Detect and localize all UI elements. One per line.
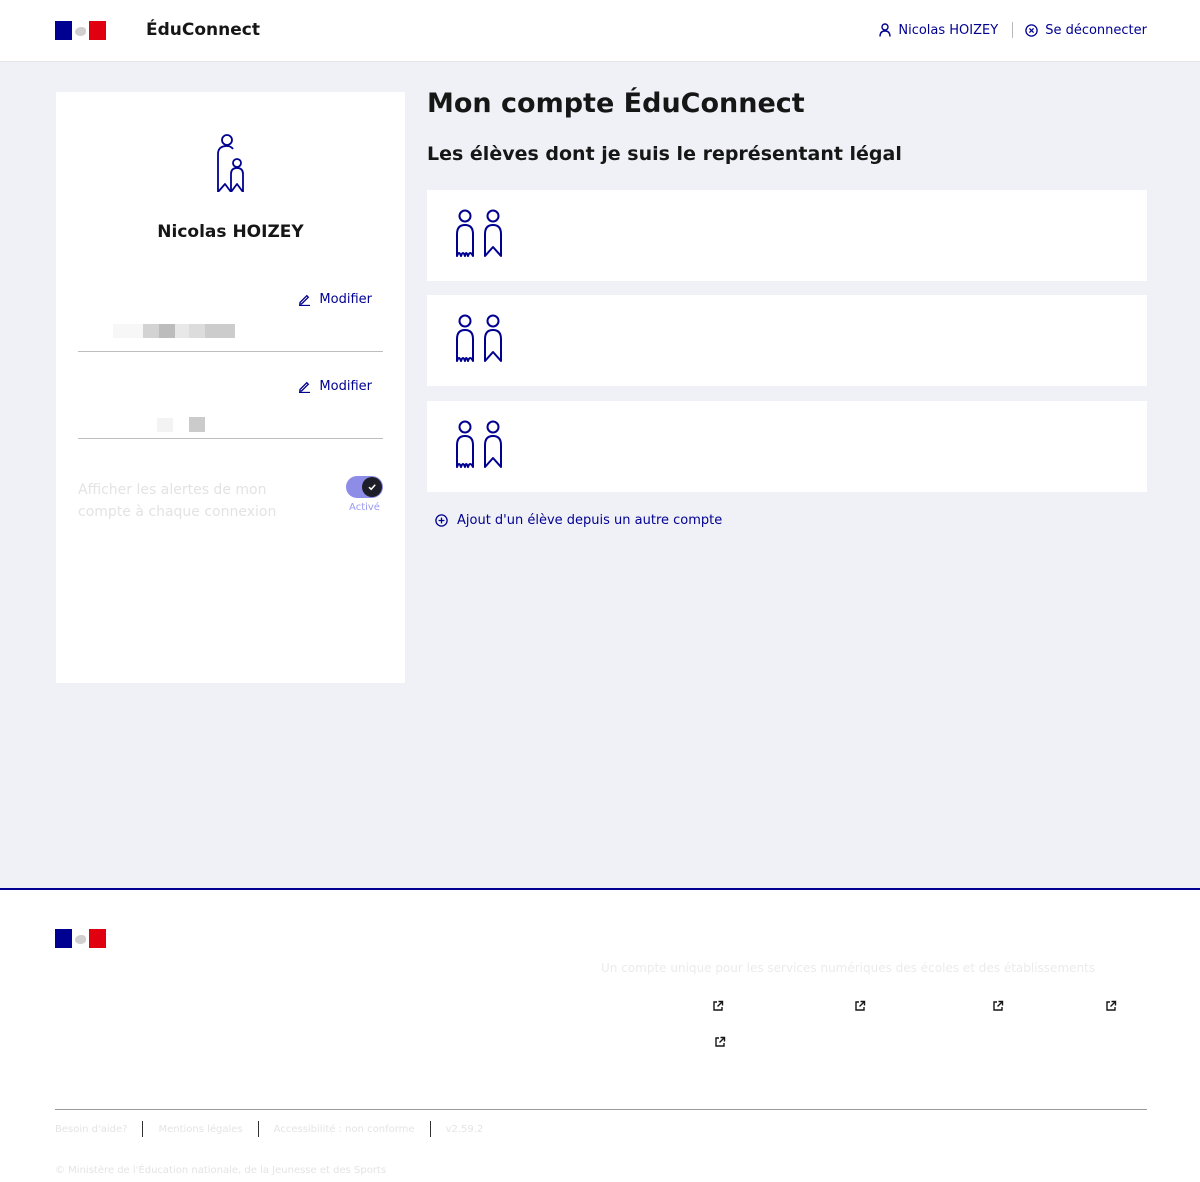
logout-button[interactable]: Se déconnecter: [1025, 23, 1147, 38]
external-link-icon[interactable]: [713, 1035, 727, 1049]
footer: Un compte unique pour les services numér…: [0, 888, 1200, 1182]
student-card[interactable]: [427, 190, 1147, 281]
student-card[interactable]: [427, 295, 1147, 386]
close-circle-icon: [1025, 23, 1038, 37]
external-link-icon[interactable]: [853, 999, 867, 1013]
link-separator: [257, 1121, 259, 1137]
help-link[interactable]: Besoin d'aide?: [55, 1124, 127, 1135]
logout-label: Se déconnecter: [1045, 22, 1147, 38]
field-2-divider: [78, 438, 383, 439]
copyright: © Ministère de l'Éducation nationale, de…: [55, 1165, 387, 1176]
alerts-toggle-label: Afficher les alertes de mon compte à cha…: [78, 482, 277, 520]
footer-divider: [55, 1109, 1147, 1110]
user-nav: Nicolas HOIZEY Se déconnecter: [879, 22, 1147, 38]
profile-card: Nicolas HOIZEY Modifier Modifier Affiche…: [56, 92, 405, 683]
alerts-toggle-status: Activé: [349, 502, 380, 513]
link-separator: [429, 1121, 431, 1137]
user-account-link[interactable]: Nicolas HOIZEY: [879, 23, 998, 38]
add-student-link[interactable]: Ajout d'un élève depuis un autre compte: [435, 513, 722, 528]
add-student-label: Ajout d'un élève depuis un autre compte: [457, 513, 723, 528]
page-title: Mon compte ÉduConnect: [427, 88, 805, 119]
modify-label: Modifier: [319, 379, 372, 394]
brand-title[interactable]: ÉduConnect: [146, 20, 260, 40]
plus-circle-icon: [435, 514, 448, 527]
legal-notice-link[interactable]: Mentions légales: [158, 1124, 242, 1135]
alerts-toggle[interactable]: [346, 476, 383, 498]
pencil-icon: [299, 294, 311, 306]
nav-separator: [1012, 22, 1014, 38]
profile-name: Nicolas HOIZEY: [157, 222, 304, 242]
link-separator: [142, 1121, 144, 1137]
user-icon: [879, 23, 892, 37]
students-icon: [456, 420, 502, 468]
external-link-icon[interactable]: [991, 999, 1005, 1013]
pencil-icon: [299, 381, 311, 393]
modify-field-1-button[interactable]: Modifier: [298, 292, 372, 307]
modify-label: Modifier: [319, 292, 372, 307]
section-title: Les élèves dont je suis le représentant …: [427, 143, 902, 165]
toggle-knob: [362, 477, 382, 497]
modify-field-2-button[interactable]: Modifier: [298, 379, 372, 394]
accessibility-link[interactable]: Accessibilité : non conforme: [274, 1124, 415, 1135]
header: ÉduConnect Nicolas HOIZEY Se déconnecter: [0, 0, 1200, 62]
footer-description: Un compte unique pour les services numér…: [601, 961, 1096, 975]
students-icon: [456, 209, 502, 257]
students-icon: [456, 314, 502, 362]
parent-child-icon: [217, 134, 244, 192]
check-icon: [368, 484, 376, 491]
field-1-divider: [78, 351, 383, 352]
footer-links: Besoin d'aide? Mentions légales Accessib…: [55, 1121, 483, 1137]
user-name: Nicolas HOIZEY: [898, 22, 999, 38]
external-link-icon[interactable]: [711, 999, 725, 1013]
app-version: v2.59.2: [445, 1123, 484, 1135]
republique-francaise-logo[interactable]: [55, 21, 106, 40]
external-link-icon[interactable]: [1104, 999, 1118, 1013]
student-card[interactable]: [427, 401, 1147, 492]
republique-francaise-logo[interactable]: [55, 929, 106, 948]
